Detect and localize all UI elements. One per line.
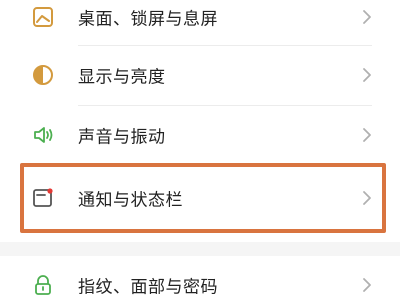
settings-item-label: 声音与振动 (78, 127, 166, 148)
settings-item-display-brightness[interactable]: 显示与亮度 (0, 50, 400, 100)
settings-item-sound-vibration[interactable]: 声音与振动 (0, 110, 400, 160)
settings-item-label: 显示与亮度 (78, 67, 166, 88)
settings-item-label: 指纹、面部与密码 (78, 277, 218, 298)
chevron-right-icon (363, 278, 371, 292)
brightness-icon (33, 65, 53, 85)
settings-item-desktop-lockscreen[interactable]: 桌面、锁屏与息屏 (0, 0, 400, 42)
divider (78, 105, 372, 106)
speaker-icon (34, 127, 53, 143)
divider (78, 45, 372, 46)
chevron-right-icon (363, 68, 371, 82)
chevron-right-icon (363, 10, 371, 24)
settings-item-notifications-statusbar[interactable]: 通知与状态栏 (0, 173, 400, 223)
lock-icon (35, 275, 51, 295)
chevron-right-icon (363, 128, 371, 142)
chevron-right-icon (363, 191, 371, 205)
wallpaper-icon (33, 7, 53, 27)
settings-item-label: 桌面、锁屏与息屏 (78, 9, 218, 30)
settings-item-label: 通知与状态栏 (78, 190, 183, 211)
notification-icon (33, 188, 53, 207)
section-gap (0, 242, 400, 256)
settings-item-fingerprint-face-password[interactable]: 指纹、面部与密码 (0, 260, 400, 300)
